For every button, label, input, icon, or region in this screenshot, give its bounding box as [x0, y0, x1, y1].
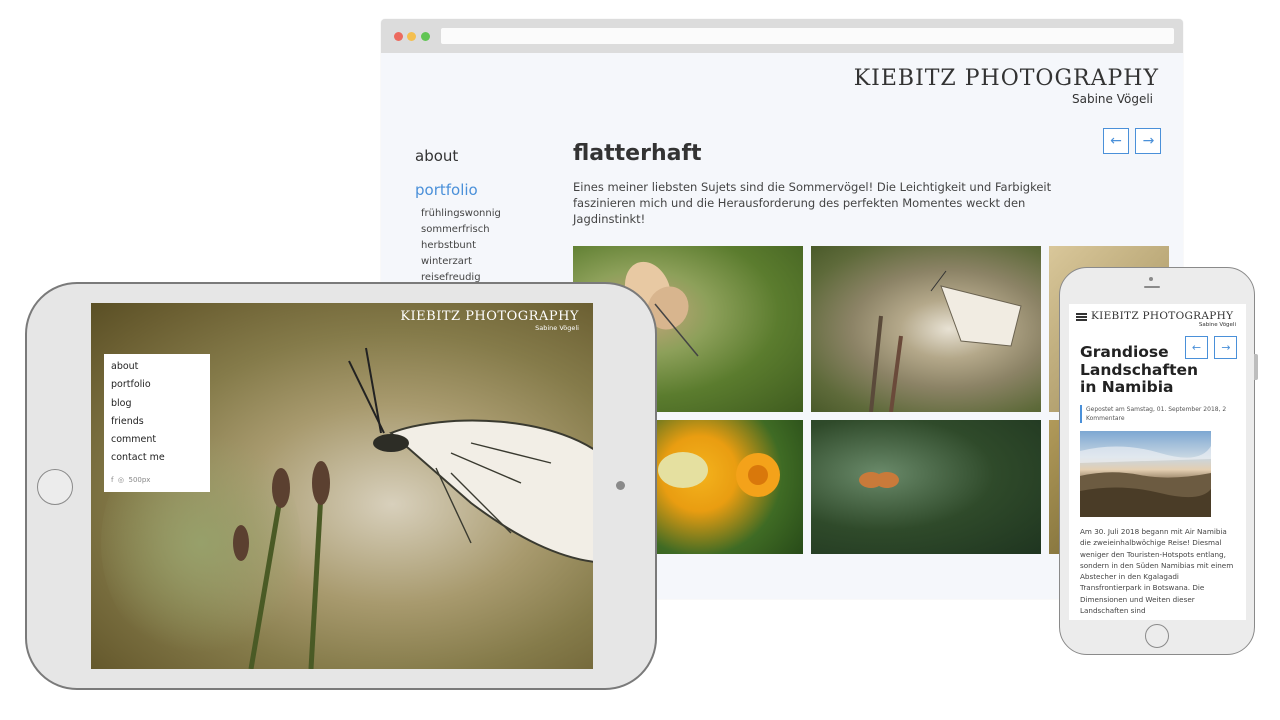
- phone-side-button: [1254, 354, 1258, 380]
- brand-name: KIEBITZ PHOTOGRAPHY: [400, 309, 579, 324]
- butterfly-icon: [859, 472, 899, 488]
- hamburger-menu-icon[interactable]: [1076, 313, 1087, 321]
- phone-camera: [1149, 277, 1153, 281]
- landscape-icon: [1080, 446, 1211, 517]
- tablet-menu: about portfolio blog friends comment con…: [104, 354, 210, 492]
- social-links: f ◎ 500px: [111, 476, 150, 484]
- menu-item-portfolio[interactable]: portfolio: [111, 376, 203, 394]
- phone-home-button[interactable]: [1145, 624, 1169, 648]
- post-body: Am 30. Juli 2018 begann mit Air Namibia …: [1080, 527, 1234, 616]
- close-window-dot[interactable]: [394, 32, 403, 41]
- phone-screen: KIEBITZ PHOTOGRAPHY Sabine Vögeli ← → Gr…: [1069, 304, 1246, 620]
- next-arrow-button[interactable]: →: [1214, 336, 1238, 359]
- menu-item-friends[interactable]: friends: [111, 413, 203, 431]
- tablet-logo[interactable]: KIEBITZ PHOTOGRAPHY Sabine Vögeli: [400, 309, 579, 333]
- post-meta: Gepostet am Samstag, 01. September 2018,…: [1080, 405, 1236, 423]
- maximize-window-dot[interactable]: [421, 32, 430, 41]
- site-logo[interactable]: KIEBITZ PHOTOGRAPHY Sabine Vögeli: [853, 66, 1159, 107]
- nav-item-about[interactable]: about: [415, 147, 555, 165]
- menu-item-blog[interactable]: blog: [111, 395, 203, 413]
- nav-subitem[interactable]: frühlingswonnig: [421, 206, 555, 222]
- prev-arrow-button[interactable]: ←: [1103, 128, 1129, 154]
- tablet-camera: [616, 481, 625, 490]
- page-description: Eines meiner liebsten Sujets sind die So…: [573, 180, 1052, 226]
- post-image[interactable]: [1080, 431, 1211, 517]
- post-title: Grandiose Landschaften in Namibia: [1080, 343, 1199, 396]
- address-bar[interactable]: [441, 28, 1174, 44]
- facebook-icon[interactable]: f: [111, 476, 113, 484]
- tablet-device: KIEBITZ PHOTOGRAPHY Sabine Vögeli about …: [25, 282, 657, 690]
- brand-subtitle: Sabine Vögeli: [1071, 92, 1153, 106]
- page-title: flatterhaft: [573, 141, 702, 166]
- browser-toolbar: [381, 19, 1183, 53]
- brand-subtitle: Sabine Vögeli: [535, 324, 579, 332]
- nav-subitem[interactable]: herbstbunt: [421, 238, 555, 254]
- instagram-icon[interactable]: ◎: [118, 476, 124, 484]
- gallery-photo-meadow[interactable]: [811, 420, 1041, 554]
- butterfly-icon: [869, 270, 1022, 412]
- tablet-home-button[interactable]: [37, 469, 73, 505]
- next-arrow-button[interactable]: →: [1135, 128, 1162, 154]
- brand-subtitle: Sabine Vögeli: [1198, 322, 1236, 328]
- nav-subitem[interactable]: winterzart: [421, 254, 555, 270]
- menu-item-about[interactable]: about: [111, 358, 203, 376]
- tablet-screen: KIEBITZ PHOTOGRAPHY Sabine Vögeli about …: [91, 303, 593, 669]
- menu-item-contact[interactable]: contact me: [111, 449, 203, 467]
- nav-item-portfolio[interactable]: portfolio: [415, 181, 555, 199]
- menu-item-comment[interactable]: comment: [111, 431, 203, 449]
- sidebar-nav: about portfolio frühlingswonnig sommerfr…: [415, 147, 555, 286]
- brand-name: KIEBITZ PHOTOGRAPHY: [853, 66, 1159, 91]
- phone-speaker: [1144, 286, 1160, 288]
- brand-name[interactable]: KIEBITZ PHOTOGRAPHY: [1091, 310, 1233, 322]
- gallery-photo-white-butterfly[interactable]: [811, 246, 1041, 412]
- gallery-arrows: ← →: [1101, 128, 1162, 154]
- nav-subitem[interactable]: sommerfrisch: [421, 222, 555, 238]
- minimize-window-dot[interactable]: [407, 32, 416, 41]
- 500px-icon[interactable]: 500px: [128, 476, 150, 484]
- phone-device: KIEBITZ PHOTOGRAPHY Sabine Vögeli ← → Gr…: [1059, 267, 1258, 655]
